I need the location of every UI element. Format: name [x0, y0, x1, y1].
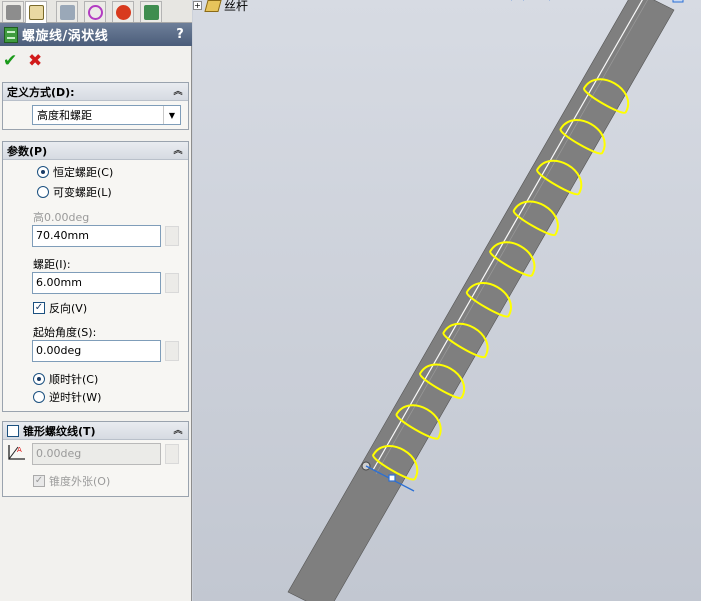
- collapse-chevron-icon[interactable]: ︽: [171, 145, 185, 157]
- pitch-spinner[interactable]: [165, 273, 179, 293]
- height-spinner[interactable]: [165, 226, 179, 246]
- dimxpert-icon: [87, 4, 103, 20]
- height-input[interactable]: 70.40mm: [32, 225, 161, 247]
- taper-outward-label: 锥度外张(O): [49, 475, 111, 488]
- taper-helix-checkbox[interactable]: [7, 424, 19, 437]
- parameters-header[interactable]: 参数(P) ︽: [3, 142, 188, 160]
- tab-dimxpert[interactable]: [84, 1, 106, 22]
- radio-selected-icon[interactable]: [33, 373, 45, 385]
- constant-pitch-label: 恒定螺距(C): [53, 166, 114, 179]
- collapse-chevron-icon[interactable]: ︽: [171, 425, 185, 437]
- ok-button[interactable]: ✔: [3, 51, 17, 71]
- taper-angle-icon: A: [8, 445, 25, 460]
- defined-by-value: 高度和螺距: [37, 109, 92, 122]
- configuration-manager-icon: [59, 4, 75, 20]
- taper-angle-spinner[interactable]: [165, 444, 179, 464]
- corner-handle[interactable]: [672, 0, 684, 3]
- feature-title: 螺旋线/涡状线: [22, 29, 109, 44]
- helix-feature-icon: [4, 26, 18, 43]
- reverse-label: 反向(V): [49, 302, 88, 315]
- graphics-viewport[interactable]: + 丝杆: [193, 0, 701, 601]
- parameters-title: 参数(P): [7, 144, 48, 158]
- start-angle-input[interactable]: 0.00deg: [32, 340, 161, 362]
- start-angle-spinner[interactable]: [165, 341, 179, 361]
- taper-outward-option[interactable]: ✓ 锥度外张(O): [33, 473, 110, 489]
- selection-handle[interactable]: [388, 474, 396, 482]
- variable-pitch-label: 可变螺距(L): [53, 186, 112, 199]
- manager-tab-bar: [0, 0, 192, 23]
- collapse-chevron-icon[interactable]: ︽: [171, 86, 185, 98]
- height-label: 高0.00deg: [33, 211, 90, 224]
- radio-unselected-icon[interactable]: [33, 391, 45, 403]
- property-manager-icon: [28, 5, 44, 20]
- display-manager-icon: [143, 4, 159, 20]
- checkbox-checked-disabled-icon[interactable]: ✓: [33, 475, 45, 487]
- feature-manager-icon: [5, 4, 21, 20]
- taper-angle-input[interactable]: 0.00deg: [32, 443, 161, 465]
- counterclockwise-option[interactable]: 逆时针(W): [33, 389, 101, 405]
- feature-title-bar: 螺旋线/涡状线 ?: [0, 23, 192, 46]
- appearance-icon: [115, 4, 131, 20]
- tab-appearance[interactable]: [112, 1, 134, 22]
- tab-configuration-manager[interactable]: [56, 1, 78, 22]
- tab-property-manager[interactable]: [25, 1, 47, 23]
- checkbox-checked-icon[interactable]: ✓: [33, 302, 45, 314]
- help-button[interactable]: ?: [172, 27, 188, 42]
- defined-by-header[interactable]: 定义方式(D): ︽: [3, 83, 188, 101]
- defined-by-select[interactable]: 高度和螺距 ▼: [32, 105, 181, 125]
- clockwise-option[interactable]: 顺时针(C): [33, 371, 98, 387]
- cancel-button[interactable]: ✖: [28, 51, 42, 71]
- radio-unselected-icon[interactable]: [37, 186, 49, 198]
- taper-helix-header[interactable]: 锥形螺纹线(T) ︽: [3, 422, 188, 440]
- variable-pitch-option[interactable]: 可变螺距(L): [37, 184, 112, 200]
- model-graphics: [287, 0, 684, 601]
- tab-display-manager[interactable]: [140, 1, 162, 22]
- reverse-option[interactable]: ✓ 反向(V): [33, 300, 87, 316]
- pitch-label: 螺距(I):: [33, 258, 71, 271]
- svg-text:A: A: [17, 446, 22, 454]
- radio-selected-icon[interactable]: [37, 166, 49, 178]
- constant-pitch-option[interactable]: 恒定螺距(C): [37, 164, 113, 180]
- counterclockwise-label: 逆时针(W): [49, 391, 102, 404]
- property-manager-panel: 螺旋线/涡状线 ? ✔ ✖ 定义方式(D): ︽ 高度和螺距 ▼ 参数(P) ︽…: [0, 0, 192, 601]
- start-angle-label: 起始角度(S):: [33, 326, 97, 339]
- pitch-input[interactable]: 6.00mm: [32, 272, 161, 294]
- threaded-rod[interactable]: [287, 0, 675, 601]
- taper-helix-title: 锥形螺纹线(T): [23, 424, 96, 438]
- clockwise-label: 顺时针(C): [49, 373, 99, 386]
- tab-feature-manager[interactable]: [2, 1, 24, 22]
- defined-by-title: 定义方式(D):: [7, 85, 75, 99]
- dropdown-arrow-icon[interactable]: ▼: [163, 106, 180, 124]
